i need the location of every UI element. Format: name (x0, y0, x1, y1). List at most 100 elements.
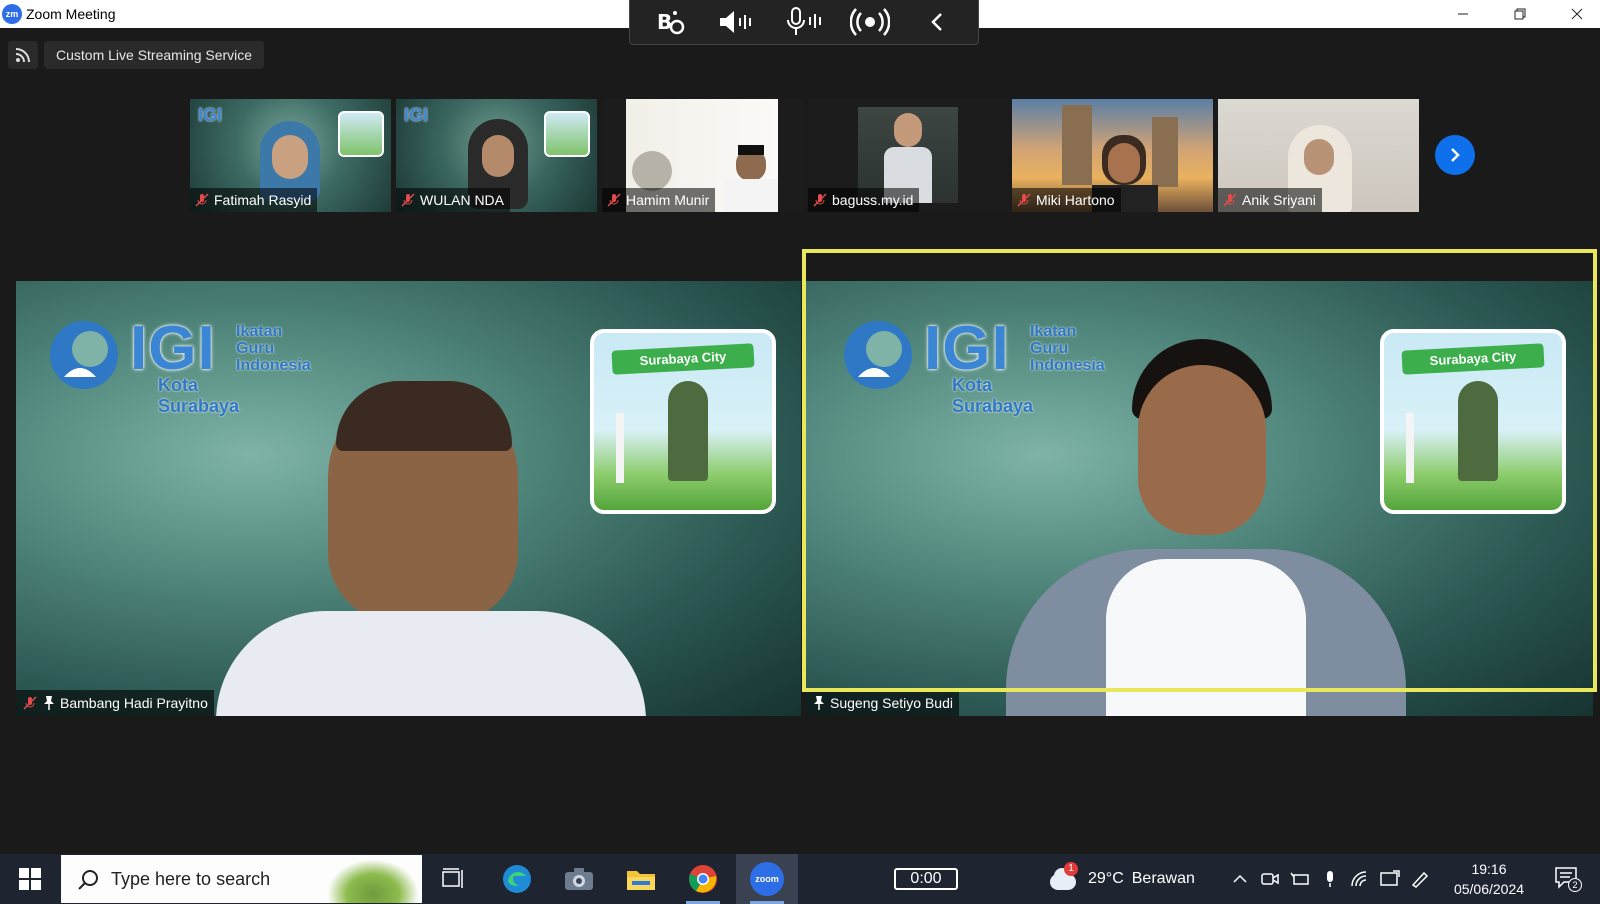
microphone-icon (1327, 871, 1333, 887)
video-camera-icon (1261, 873, 1279, 885)
minimize-icon (1458, 13, 1468, 15)
edge-icon (503, 865, 531, 893)
pin-icon (44, 696, 54, 710)
edge-button[interactable] (486, 854, 548, 904)
participant-thumbnail[interactable]: baguss.my.id (808, 99, 1009, 212)
mic-muted-icon (23, 696, 37, 710)
mic-muted-icon (401, 193, 415, 207)
taskbar-search-box[interactable]: Type here to search (61, 855, 422, 903)
rss-feed-icon (15, 48, 30, 63)
weather-condition: Berawan (1131, 870, 1195, 887)
tray-display[interactable] (1380, 869, 1400, 889)
participant-name-tag: baguss.my.id (808, 188, 920, 212)
live-stream-label[interactable]: Custom Live Streaming Service (44, 41, 265, 69)
participant-silhouette (894, 113, 922, 147)
accessibility-toolbar: B (629, 0, 979, 45)
participant-name-tag: Sugeng Setiyo Budi (806, 690, 959, 716)
video-tile-sugeng[interactable]: IGI Ikatan Guru Indonesia Kota Surabaya … (806, 281, 1593, 716)
search-icon (78, 870, 98, 890)
igi-main-text: IGI (130, 314, 216, 383)
participant-video (216, 361, 646, 716)
chevron-up-icon (1233, 874, 1247, 883)
chrome-button[interactable] (672, 854, 734, 904)
windows-logo-icon (19, 868, 41, 890)
file-explorer-button[interactable] (610, 854, 672, 904)
weather-widget[interactable]: 1 29°C Berawan (1046, 854, 1195, 904)
device-icon (1290, 872, 1309, 885)
monument-icon (668, 381, 708, 481)
mic-muted-icon (607, 193, 621, 207)
igi-logo: IGI (198, 105, 223, 125)
search-placeholder: Type here to search (111, 869, 271, 889)
tray-device[interactable] (1290, 869, 1310, 889)
broadcast-icon (850, 8, 891, 36)
igi-logo: IGI Ikatan Guru Indonesia Kota Surabaya (44, 314, 311, 416)
video-tile-bambang[interactable]: IGI Ikatan Guru Indonesia Kota Surabaya … (16, 281, 801, 716)
live-stream-status[interactable] (8, 41, 38, 69)
volume-icon (719, 11, 751, 33)
participant-name: Sugeng Setiyo Budi (830, 695, 953, 711)
participant-name-tag: Anik Sriyani (1218, 188, 1322, 212)
tower-bridge-background (1062, 105, 1092, 185)
tray-network[interactable] (1350, 869, 1370, 889)
cloud-weather-icon: 1 (1046, 862, 1080, 894)
pin-icon (814, 696, 824, 710)
participant-name: Miki Hartono (1036, 192, 1115, 208)
camera-button[interactable] (548, 854, 610, 904)
broadcast-button[interactable] (850, 4, 891, 40)
task-view-icon (442, 868, 463, 888)
monument-icon (1458, 381, 1498, 481)
close-button[interactable] (1554, 0, 1600, 28)
display-icon (1380, 870, 1400, 886)
mic-muted-icon (195, 193, 209, 207)
camera-icon (565, 868, 593, 890)
igi-logo: IGI (404, 105, 429, 125)
participant-thumbnail[interactable]: IGI Fatimah Rasyid (190, 99, 391, 212)
notification-center-button[interactable]: 2 (1554, 866, 1582, 892)
city-badge (338, 111, 384, 157)
participant-thumbnail[interactable]: Miki Hartono (1012, 99, 1213, 212)
igi-emblem-icon (844, 321, 912, 389)
participant-thumbnail[interactable]: IGI WULAN NDA (396, 99, 597, 212)
participant-name: baguss.my.id (832, 192, 914, 208)
igi-emblem-icon (50, 321, 118, 389)
collapse-toolbar-button[interactable] (917, 4, 957, 40)
participant-thumbnail[interactable]: Anik Sriyani (1218, 99, 1419, 212)
recording-timer: 0:00 (894, 868, 958, 890)
show-hidden-icons-button[interactable] (1230, 869, 1250, 889)
participant-name: Hamim Munir (626, 192, 710, 208)
volume-button[interactable] (718, 4, 758, 40)
tray-meet-now[interactable] (1260, 869, 1280, 889)
task-view-button[interactable] (422, 854, 484, 904)
weather-alert-badge: 1 (1064, 862, 1078, 876)
collapse-chevron-icon (930, 13, 942, 31)
chrome-icon (689, 865, 717, 893)
chevron-right-icon (1451, 148, 1460, 162)
microphone-button[interactable] (784, 4, 824, 40)
tray-microphone[interactable] (1320, 869, 1340, 889)
tray-pen[interactable] (1410, 869, 1430, 889)
mic-muted-icon (1017, 193, 1031, 207)
next-page-button[interactable] (1435, 135, 1475, 175)
participant-name: Bambang Hadi Prayitno (60, 695, 208, 711)
participant-name: Anik Sriyani (1242, 192, 1316, 208)
participant-thumbnail[interactable]: Hamim Munir (602, 99, 803, 212)
participant-name-tag: WULAN NDA (396, 188, 511, 212)
start-button[interactable] (0, 854, 60, 904)
windows-taskbar: Type here to search zoom 0:00 1 29°C Ber… (0, 854, 1600, 904)
clock-date: 05/06/2024 (1453, 881, 1525, 897)
participant-name: Fatimah Rasyid (214, 192, 312, 208)
svg-text:B: B (657, 10, 672, 34)
system-clock[interactable]: 19:16 05/06/2024 (1444, 859, 1534, 899)
accessibility-button[interactable]: B (651, 4, 691, 40)
participant-name-tag: Miki Hartono (1012, 188, 1121, 212)
mic-muted-icon (1223, 193, 1237, 207)
minimize-button[interactable] (1440, 0, 1486, 28)
search-highlight-decoration (327, 859, 419, 903)
meeting-stage: Custom Live Streaming Service IGI Fatima… (0, 28, 1600, 854)
restore-button[interactable] (1497, 0, 1543, 28)
file-explorer-icon (627, 871, 655, 890)
zoom-button[interactable]: zoom (736, 854, 798, 904)
participant-name: WULAN NDA (420, 192, 505, 208)
city-badge (544, 111, 590, 157)
